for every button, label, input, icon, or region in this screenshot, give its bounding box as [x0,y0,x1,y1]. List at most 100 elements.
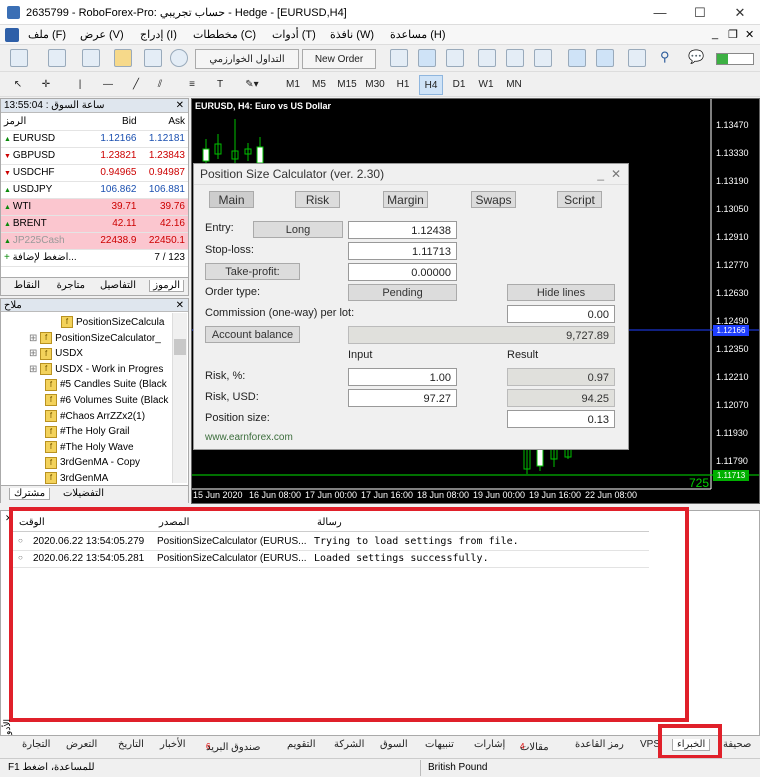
algo-trading-button[interactable]: التداول الخوارزمي [195,49,299,69]
tab-margin[interactable]: Margin [383,191,428,208]
data-window-icon[interactable] [144,49,162,67]
col-bid[interactable]: Bid [91,113,140,131]
stoploss-input[interactable]: 1.11713 [348,242,457,260]
take-profit-button[interactable]: Take-profit: [205,263,300,280]
autoscroll-icon[interactable] [568,49,586,67]
navigator-item[interactable]: f #6 Volumes Suite (Black [45,393,168,409]
navigator-icon[interactable] [114,49,132,67]
bar-chart-icon[interactable] [390,49,408,67]
tab-alerts[interactable]: تنبيهات [425,739,454,750]
tab-signals[interactable]: إشارات [474,739,505,750]
navigator-item[interactable]: f PositionSizeCalcula [61,315,164,331]
tab-calendar[interactable]: التقويم [287,739,316,750]
entry-input[interactable]: 1.12438 [348,221,457,239]
menu-file[interactable]: ملف (F) [28,28,66,41]
chart-shift-icon[interactable] [596,49,614,67]
menu-tools[interactable]: أدوات (T) [272,28,316,41]
tab-details[interactable]: التفاصيل [100,280,136,291]
tab-company[interactable]: الشركة [334,739,364,750]
tab-journal[interactable]: صحيفة [723,739,751,750]
pending-button[interactable]: Pending [348,284,457,301]
tab-news[interactable]: الأخبار [160,739,186,750]
templates-icon[interactable] [628,49,646,67]
tab-market[interactable]: السوق [380,739,408,750]
expand-icon[interactable]: ⊞ [29,333,40,344]
table-row[interactable]: ▼ USDCHF 0.94965 0.94987 [1,164,188,182]
search-icon[interactable]: ⚲ [660,49,678,67]
close-icon[interactable]: ✕ [176,299,184,312]
tf-h4[interactable]: H4 [419,75,443,95]
tab-trade[interactable]: التجارة [22,739,50,750]
navigator-item[interactable]: f #The Holy Grail [45,424,129,440]
text-icon[interactable]: T [212,75,228,95]
menu-help[interactable]: مساعدة (H) [390,28,446,41]
navigator-item[interactable]: f #Chaos ArrZZx2(1) [45,409,145,425]
table-row[interactable]: ▲ JP225Cash 22438.9 22450.1 [1,232,188,250]
tf-w1[interactable]: W1 [474,75,498,95]
take-profit-input[interactable]: 0.00000 [348,263,457,281]
minimize-button[interactable]: — [640,0,680,25]
menu-window[interactable]: نافذة (W) [330,28,374,41]
mdi-close-icon[interactable]: ✕ [745,28,754,41]
tf-m5[interactable]: M5 [308,75,330,95]
table-row[interactable]: ▲ BRENT 42.11 42.16 [1,215,188,233]
tile-windows-icon[interactable] [534,49,552,67]
maximize-button[interactable]: ☐ [680,0,720,25]
earnforex-link[interactable]: www.earnforex.com [205,432,293,443]
table-row[interactable]: ▼ GBPUSD 1.23821 1.23843 [1,147,188,165]
commission-input[interactable]: 0.00 [507,305,615,323]
col-symbol[interactable]: الرمز [1,113,91,131]
table-row[interactable]: ▲ WTI 39.71 39.76 [1,198,188,216]
close-button[interactable]: ✕ [720,0,760,25]
vertical-line-icon[interactable]: | [74,75,86,95]
tab-common[interactable]: مشترك [9,488,51,500]
zoom-out-icon[interactable] [506,49,524,67]
position-size-value[interactable]: 0.13 [507,410,615,428]
close-icon[interactable]: ✕ [176,99,184,113]
shapes-icon[interactable]: ✎▾ [240,75,264,95]
tf-m1[interactable]: M1 [282,75,304,95]
tab-script[interactable]: Script [557,191,602,208]
tab-risk[interactable]: Risk [295,191,340,208]
horizontal-line-icon[interactable]: — [100,75,116,95]
navigator-scrollbar[interactable] [172,313,187,483]
tab-favorites[interactable]: التفضيلات [63,488,104,499]
table-row[interactable]: ▲ EURUSD 1.12166 1.12181 [1,130,188,148]
tf-m15[interactable]: M15 [334,75,360,95]
tab-code-base[interactable]: رمز القاعدة [575,739,624,750]
scroll-thumb[interactable] [174,339,186,355]
risk-percent-input[interactable]: 1.00 [348,368,457,386]
menu-charts[interactable]: مخططات (C) [193,28,256,41]
candlestick-icon[interactable] [418,49,436,67]
navigator-item[interactable]: ⊞ f USDX [29,346,83,362]
signals-icon[interactable] [170,49,188,67]
navigator-item[interactable]: f 3rdGenMA - Copy [45,455,140,471]
app-menu-icon[interactable] [5,28,19,42]
menu-view[interactable]: عرض (V) [80,28,124,41]
tab-symbols[interactable]: الرموز [149,280,184,292]
menu-insert[interactable]: إدراج (I) [140,28,177,41]
tab-ticks[interactable]: النقاط [14,280,40,291]
mdi-minimize-icon[interactable]: _ [712,28,718,40]
tab-main[interactable]: Main [209,191,254,208]
hide-lines-button[interactable]: Hide lines [507,284,615,301]
add-symbol-row[interactable]: + اضغط لإضافة... 7 / 123 [1,249,188,267]
dialog-close-icon[interactable]: ✕ [611,164,621,185]
tf-h1[interactable]: H1 [392,75,414,95]
navigator-item[interactable]: f #The Holy Wave [45,440,134,456]
risk-usd-input[interactable]: 97.27 [348,389,457,407]
tab-trading[interactable]: متاجرة [57,280,85,291]
trendline-icon[interactable]: ╱ [128,75,144,95]
navigator-item[interactable]: ⊞ f USDX - Work in Progres [29,362,163,378]
navigator-item[interactable]: ⊞ f PositionSizeCalculator_ [29,331,161,347]
account-balance-button[interactable]: Account balance [205,326,300,343]
profiles-icon[interactable] [48,49,66,67]
tab-history[interactable]: التاريخ [118,739,144,750]
expand-icon[interactable]: ⊞ [29,364,40,375]
zoom-in-icon[interactable] [478,49,496,67]
dialog-minimize-icon[interactable]: _ [597,164,604,185]
long-button[interactable]: Long [253,221,343,238]
expand-icon[interactable]: ⊞ [29,348,40,359]
line-chart-icon[interactable] [446,49,464,67]
tab-exposure[interactable]: التعرض [66,739,97,750]
